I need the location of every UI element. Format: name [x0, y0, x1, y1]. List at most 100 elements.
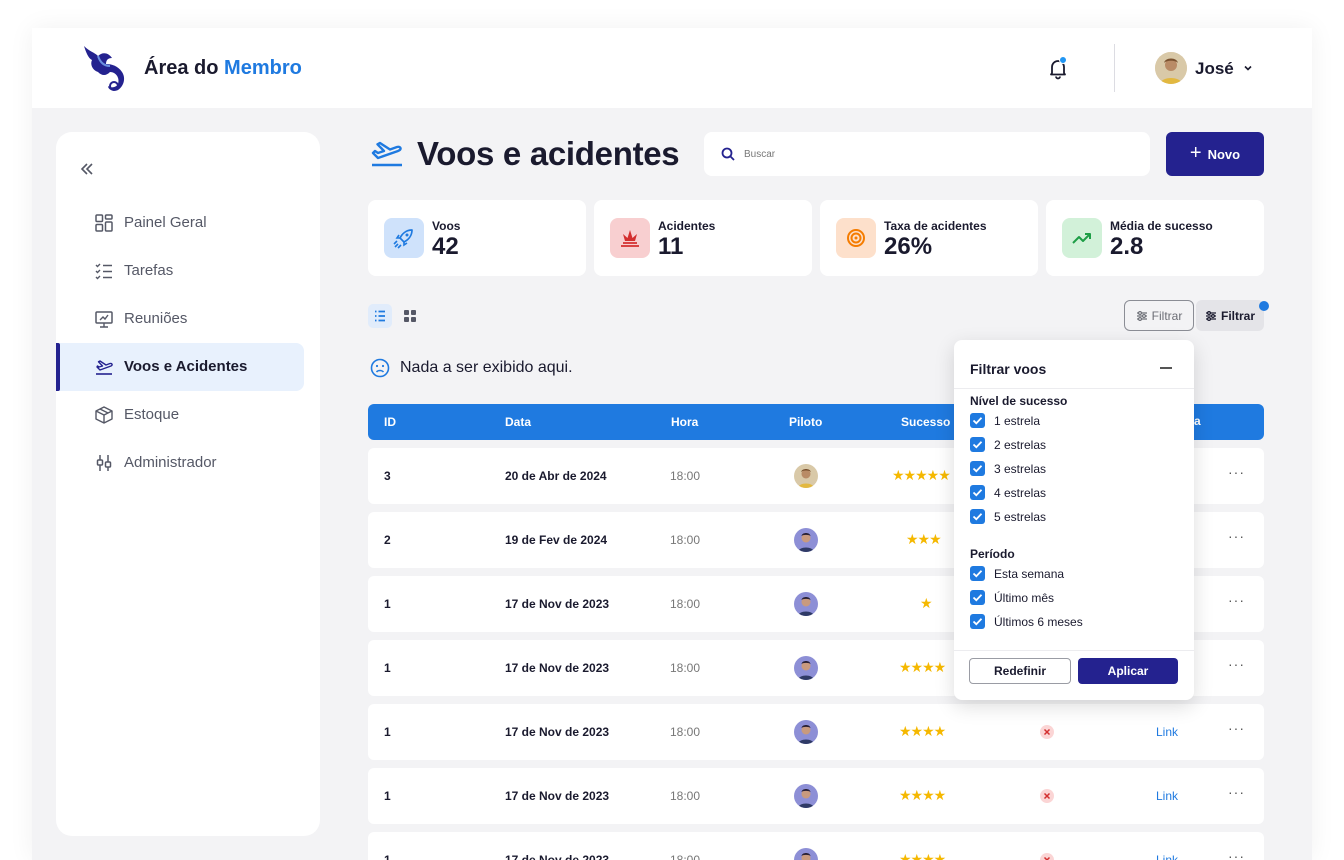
checkbox-checked-icon[interactable]: [970, 509, 985, 524]
collapse-sidebar-icon[interactable]: [78, 160, 96, 178]
stat-card-voos: Voos 42: [368, 200, 586, 276]
checkbox-checked-icon[interactable]: [970, 614, 985, 629]
success-stars: ★★★★★: [892, 467, 951, 483]
sad-face-icon: [370, 358, 390, 378]
sidebar-item-label: Voos e Acidentes: [124, 358, 248, 375]
pilot-avatar[interactable]: [794, 592, 818, 616]
more-options-icon[interactable]: ···: [1228, 464, 1245, 480]
filter-popup: Filtrar voos Nível de sucesso 1 estrela 2…: [954, 340, 1194, 700]
page-title: Voos e acidentes: [417, 135, 680, 172]
filter-button-label: Filtrar: [1151, 308, 1183, 323]
checkbox-checked-icon[interactable]: [970, 461, 985, 476]
checkbox-checked-icon[interactable]: [970, 566, 985, 581]
table-row[interactable]: 1 17 de Nov de 2023 18:00 ★★★★ Link ···: [368, 704, 1264, 760]
filter-sliders-icon: [1136, 310, 1147, 321]
grid-view-toggle[interactable]: [398, 304, 422, 328]
new-button-label: Novo: [1207, 146, 1241, 162]
popup-divider: [954, 650, 1194, 651]
option-label: Último mês: [994, 591, 1055, 605]
cell-time: 18:00: [670, 661, 701, 675]
pilot-avatar[interactable]: [794, 848, 818, 860]
chevron-down-icon[interactable]: [1242, 62, 1254, 74]
stat-value: 11: [658, 233, 684, 260]
header-divider: [1114, 44, 1115, 92]
more-options-icon[interactable]: ···: [1228, 528, 1245, 544]
top-header: Área do Membro José: [32, 28, 1312, 108]
pilot-avatar[interactable]: [794, 656, 818, 680]
grid-icon: [404, 310, 416, 322]
row-link[interactable]: Link: [1156, 789, 1178, 803]
cell-id: 1: [384, 789, 391, 803]
sidebar-item-painel-geral[interactable]: Painel Geral: [56, 199, 304, 247]
option-label: 2 estrelas: [994, 438, 1047, 452]
more-options-icon[interactable]: ···: [1228, 656, 1245, 672]
sidebar-item-label: Administrador: [124, 454, 217, 471]
app-frame: Área do Membro José Painel Geral Tarefas…: [32, 28, 1312, 860]
reset-button[interactable]: Redefinir: [969, 658, 1071, 684]
sidebar-item-reunioes[interactable]: Reuniões: [56, 295, 304, 343]
stat-card-acidentes: Acidentes 11: [594, 200, 812, 276]
row-link[interactable]: Link: [1156, 853, 1178, 860]
sliders-icon: [96, 455, 112, 471]
pilot-avatar[interactable]: [794, 528, 818, 552]
option-label: Últimos 6 meses: [994, 615, 1083, 629]
column-header-piloto[interactable]: Piloto: [789, 415, 822, 429]
filter-button-active[interactable]: Filtrar: [1196, 300, 1264, 331]
success-stars: ★★★★: [899, 787, 946, 803]
user-avatar[interactable]: [1155, 52, 1187, 84]
new-button[interactable]: + Novo: [1166, 132, 1264, 176]
pilot-avatar[interactable]: [794, 464, 818, 488]
table-row[interactable]: 1 17 de Nov de 2023 18:00 ★★★★ Link ···: [368, 832, 1264, 860]
checkbox-checked-icon[interactable]: [970, 485, 985, 500]
list-view-toggle[interactable]: [368, 304, 392, 328]
brand-prefix: Área do: [144, 57, 219, 79]
sidebar-item-tarefas[interactable]: Tarefas: [56, 247, 304, 295]
column-header-data[interactable]: Data: [505, 415, 531, 429]
more-options-icon[interactable]: ···: [1228, 592, 1245, 608]
filter-sliders-icon: [1205, 310, 1216, 321]
apply-button[interactable]: Aplicar: [1078, 658, 1178, 684]
cell-date: 17 de Nov de 2023: [505, 725, 610, 739]
notification-dot: [1059, 56, 1067, 64]
cell-id: 1: [384, 597, 391, 611]
option-label: 5 estrelas: [994, 510, 1047, 524]
sidebar-item-administrador[interactable]: Administrador: [56, 439, 304, 487]
user-name[interactable]: José: [1195, 59, 1234, 79]
row-link[interactable]: Link: [1156, 725, 1178, 739]
more-options-icon[interactable]: ···: [1228, 784, 1245, 800]
dragon-logo-icon[interactable]: [78, 42, 130, 94]
minimize-icon[interactable]: [1160, 367, 1172, 369]
accident-x-icon: [1040, 789, 1054, 803]
filter-button-label: Filtrar: [1220, 308, 1255, 323]
cell-id: 1: [384, 661, 391, 675]
checkbox-checked-icon[interactable]: [970, 437, 985, 452]
list-icon: [375, 310, 385, 322]
plane-takeoff-icon: [371, 141, 402, 167]
cell-id: 2: [384, 533, 391, 547]
cell-date: 17 de Nov de 2023: [505, 853, 610, 860]
cell-id: 1: [384, 725, 391, 739]
more-options-icon[interactable]: ···: [1228, 848, 1245, 860]
table-row[interactable]: 1 17 de Nov de 2023 18:00 ★★★★ Link ···: [368, 768, 1264, 824]
popup-divider: [954, 388, 1194, 389]
search-input[interactable]: [744, 144, 1134, 164]
column-header-hora[interactable]: Hora: [671, 415, 698, 429]
accident-x-icon: [1040, 725, 1054, 739]
search-box[interactable]: [704, 132, 1150, 176]
sidebar-item-voos-e-acidentes[interactable]: Voos e Acidentes: [56, 343, 304, 391]
filter-section-period: Período: [970, 547, 1015, 561]
column-header-sucesso[interactable]: Sucesso: [901, 415, 950, 429]
more-options-icon[interactable]: ···: [1228, 720, 1245, 736]
stat-label: Taxa de acidentes: [884, 219, 987, 233]
pilot-avatar[interactable]: [794, 720, 818, 744]
checkbox-checked-icon[interactable]: [970, 413, 985, 428]
filter-active-dot: [1259, 301, 1269, 311]
pilot-avatar[interactable]: [794, 784, 818, 808]
checkbox-checked-icon[interactable]: [970, 590, 985, 605]
filter-button-outline[interactable]: Filtrar: [1124, 300, 1194, 331]
search-icon: [721, 147, 735, 161]
option-label: 1 estrela: [994, 414, 1041, 428]
column-header-id[interactable]: ID: [384, 415, 396, 429]
sidebar-item-estoque[interactable]: Estoque: [56, 391, 304, 439]
cell-time: 18:00: [670, 533, 701, 547]
